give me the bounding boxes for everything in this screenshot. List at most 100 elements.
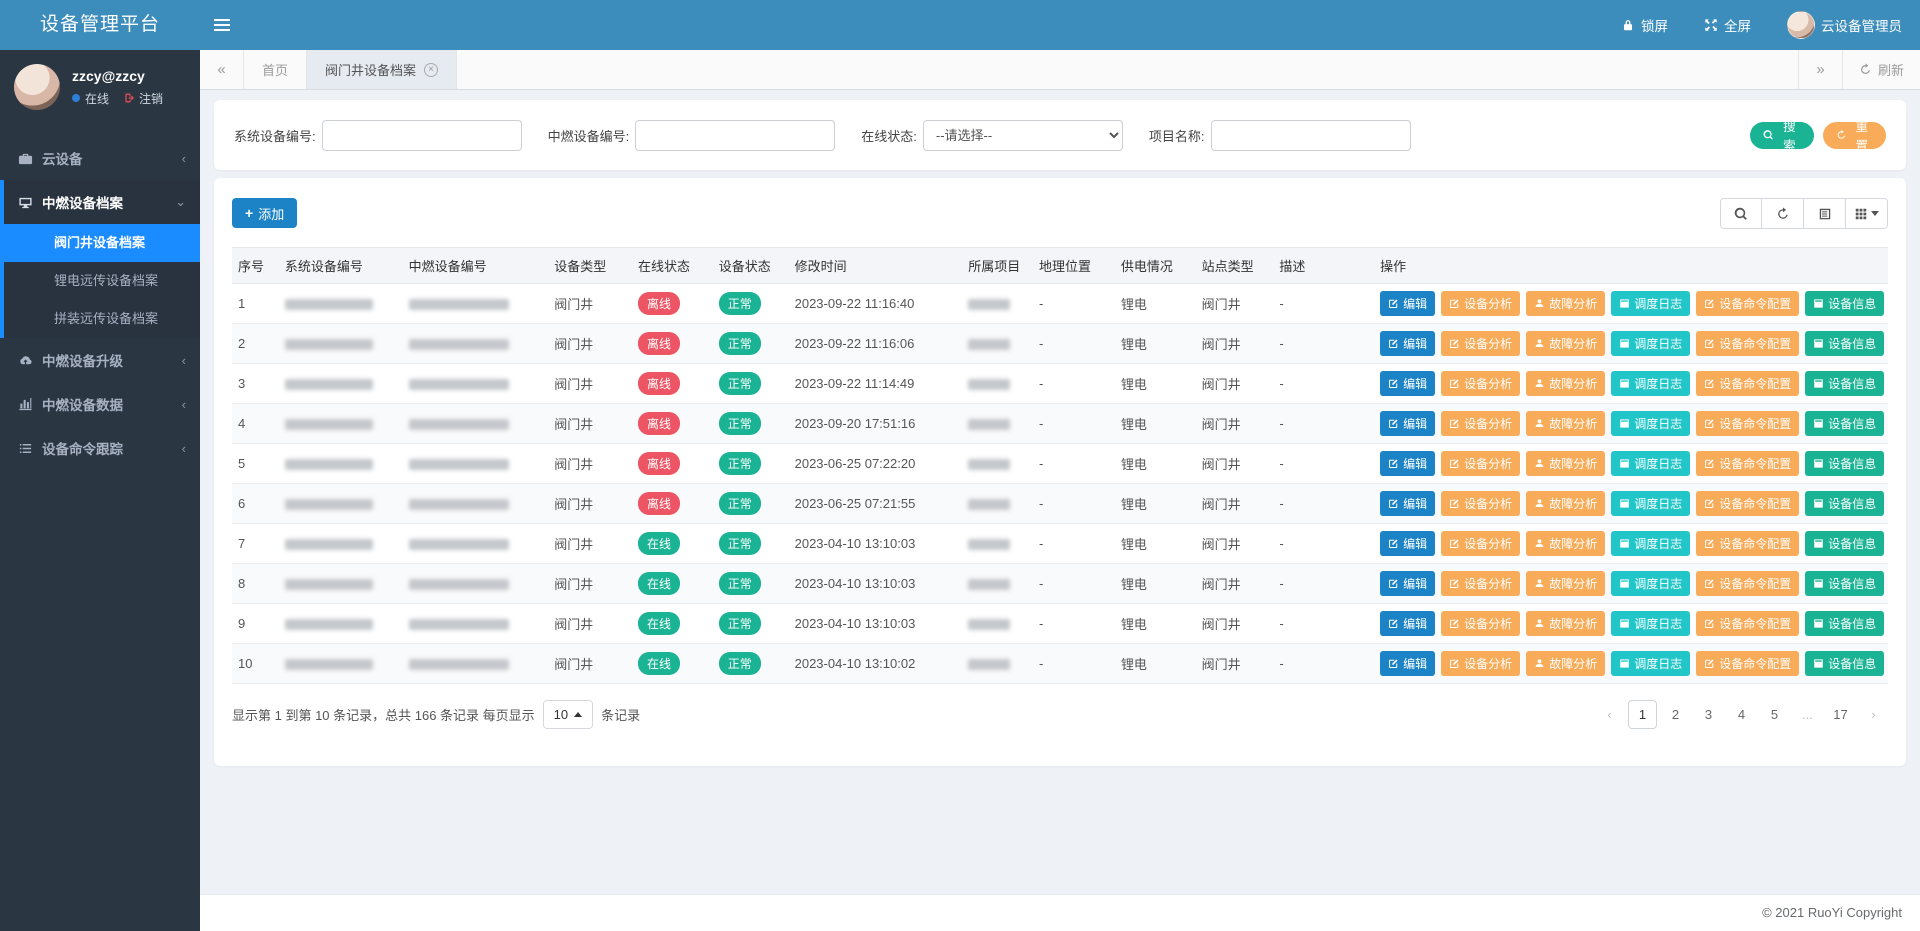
row-action-设备命令配置[interactable]: 设备命令配置: [1696, 491, 1799, 516]
row-action-编辑[interactable]: 编辑: [1380, 651, 1435, 676]
row-action-设备信息[interactable]: 设备信息: [1805, 491, 1884, 516]
row-action-调度日志[interactable]: 调度日志: [1611, 611, 1690, 636]
page-size-dropdown[interactable]: 10: [543, 700, 593, 729]
page-button-4[interactable]: 4: [1727, 700, 1756, 729]
search-input-1[interactable]: [635, 120, 835, 151]
row-action-调度日志[interactable]: 调度日志: [1611, 371, 1690, 396]
row-action-故障分析[interactable]: 故障分析: [1526, 451, 1605, 476]
row-action-编辑[interactable]: 编辑: [1380, 411, 1435, 436]
row-action-编辑[interactable]: 编辑: [1380, 491, 1435, 516]
lock-screen-button[interactable]: 锁屏: [1603, 0, 1686, 50]
row-action-设备信息[interactable]: 设备信息: [1805, 331, 1884, 356]
sidebar-item-1[interactable]: 中燃设备档案⌄: [4, 180, 200, 224]
row-action-设备命令配置[interactable]: 设备命令配置: [1696, 371, 1799, 396]
page-button-1[interactable]: 1: [1628, 700, 1657, 729]
row-action-设备分析[interactable]: 设备分析: [1441, 571, 1520, 596]
tab-0[interactable]: 首页: [244, 50, 307, 89]
row-action-设备分析[interactable]: 设备分析: [1441, 291, 1520, 316]
row-action-设备信息[interactable]: 设备信息: [1805, 411, 1884, 436]
search-button[interactable]: 搜索: [1750, 122, 1813, 149]
row-action-编辑[interactable]: 编辑: [1380, 571, 1435, 596]
row-action-调度日志[interactable]: 调度日志: [1611, 491, 1690, 516]
row-action-设备命令配置[interactable]: 设备命令配置: [1696, 571, 1799, 596]
row-action-设备分析[interactable]: 设备分析: [1441, 411, 1520, 436]
toolbar-detail-view-button[interactable]: [1804, 198, 1846, 229]
sidebar-item-4[interactable]: 设备命令跟踪‹: [0, 426, 200, 470]
sidebar-toggle-icon[interactable]: [200, 0, 244, 50]
row-action-设备命令配置[interactable]: 设备命令配置: [1696, 451, 1799, 476]
row-action-设备信息[interactable]: 设备信息: [1805, 531, 1884, 556]
row-action-编辑[interactable]: 编辑: [1380, 531, 1435, 556]
row-action-设备分析[interactable]: 设备分析: [1441, 331, 1520, 356]
row-action-设备命令配置[interactable]: 设备命令配置: [1696, 611, 1799, 636]
row-action-故障分析[interactable]: 故障分析: [1526, 291, 1605, 316]
row-action-调度日志[interactable]: 调度日志: [1611, 331, 1690, 356]
sidebar-item-2[interactable]: 中燃设备升级‹: [0, 338, 200, 382]
row-action-设备信息[interactable]: 设备信息: [1805, 611, 1884, 636]
row-action-设备信息[interactable]: 设备信息: [1805, 371, 1884, 396]
page-button-3[interactable]: 3: [1694, 700, 1723, 729]
row-action-调度日志[interactable]: 调度日志: [1611, 411, 1690, 436]
tabs-scroll-left-icon[interactable]: «: [200, 50, 244, 89]
toolbar-columns-button[interactable]: [1846, 198, 1888, 229]
row-action-故障分析[interactable]: 故障分析: [1526, 611, 1605, 636]
logout-link[interactable]: 注销: [139, 90, 163, 107]
page-prev-button[interactable]: ‹: [1595, 700, 1624, 729]
page-button-2[interactable]: 2: [1661, 700, 1690, 729]
sidebar-subitem-1-0[interactable]: 阀门井设备档案: [4, 224, 200, 262]
row-action-设备信息[interactable]: 设备信息: [1805, 651, 1884, 676]
online-status-select[interactable]: --请选择--: [923, 120, 1123, 151]
row-action-设备信息[interactable]: 设备信息: [1805, 571, 1884, 596]
page-button-5[interactable]: 5: [1760, 700, 1789, 729]
row-action-设备命令配置[interactable]: 设备命令配置: [1696, 331, 1799, 356]
row-action-设备命令配置[interactable]: 设备命令配置: [1696, 531, 1799, 556]
row-action-故障分析[interactable]: 故障分析: [1526, 411, 1605, 436]
row-action-设备信息[interactable]: 设备信息: [1805, 451, 1884, 476]
row-action-故障分析[interactable]: 故障分析: [1526, 371, 1605, 396]
search-input-0[interactable]: [322, 120, 522, 151]
row-action-设备命令配置[interactable]: 设备命令配置: [1696, 411, 1799, 436]
row-action-设备命令配置[interactable]: 设备命令配置: [1696, 291, 1799, 316]
tab-refresh-button[interactable]: 刷新: [1842, 50, 1920, 89]
row-action-设备分析[interactable]: 设备分析: [1441, 611, 1520, 636]
row-action-故障分析[interactable]: 故障分析: [1526, 531, 1605, 556]
row-action-调度日志[interactable]: 调度日志: [1611, 451, 1690, 476]
row-action-设备分析[interactable]: 设备分析: [1441, 651, 1520, 676]
row-action-设备分析[interactable]: 设备分析: [1441, 451, 1520, 476]
row-action-故障分析[interactable]: 故障分析: [1526, 491, 1605, 516]
search-input-3[interactable]: [1211, 120, 1411, 151]
row-action-编辑[interactable]: 编辑: [1380, 451, 1435, 476]
row-action-故障分析[interactable]: 故障分析: [1526, 571, 1605, 596]
row-action-设备命令配置[interactable]: 设备命令配置: [1696, 651, 1799, 676]
row-action-调度日志[interactable]: 调度日志: [1611, 571, 1690, 596]
sidebar-item-3[interactable]: 中燃设备数据‹: [0, 382, 200, 426]
row-action-设备分析[interactable]: 设备分析: [1441, 531, 1520, 556]
row-action-故障分析[interactable]: 故障分析: [1526, 651, 1605, 676]
user-menu[interactable]: 云设备管理员: [1769, 0, 1920, 50]
toolbar-search-button[interactable]: [1720, 198, 1762, 229]
row-action-编辑[interactable]: 编辑: [1380, 611, 1435, 636]
row-action-调度日志[interactable]: 调度日志: [1611, 651, 1690, 676]
page-button-17[interactable]: 17: [1826, 700, 1855, 729]
tabs-scroll-right-icon[interactable]: »: [1798, 50, 1842, 89]
cell-geo: -: [1033, 324, 1115, 364]
row-action-调度日志[interactable]: 调度日志: [1611, 531, 1690, 556]
sidebar-item-0[interactable]: 云设备‹: [0, 136, 200, 180]
row-action-设备信息[interactable]: 设备信息: [1805, 291, 1884, 316]
tab-close-icon[interactable]: ×: [424, 63, 438, 77]
fullscreen-button[interactable]: 全屏: [1686, 0, 1769, 50]
reset-button[interactable]: 重置: [1823, 122, 1886, 149]
sidebar-subitem-1-2[interactable]: 拼装远传设备档案: [4, 300, 200, 338]
row-action-故障分析[interactable]: 故障分析: [1526, 331, 1605, 356]
row-action-编辑[interactable]: 编辑: [1380, 291, 1435, 316]
sidebar-subitem-1-1[interactable]: 锂电远传设备档案: [4, 262, 200, 300]
tab-1[interactable]: 阀门井设备档案×: [307, 50, 457, 89]
row-action-编辑[interactable]: 编辑: [1380, 371, 1435, 396]
toolbar-refresh-button[interactable]: [1762, 198, 1804, 229]
row-action-设备分析[interactable]: 设备分析: [1441, 371, 1520, 396]
row-action-调度日志[interactable]: 调度日志: [1611, 291, 1690, 316]
add-button[interactable]: + 添加: [232, 198, 297, 228]
row-action-设备分析[interactable]: 设备分析: [1441, 491, 1520, 516]
row-action-编辑[interactable]: 编辑: [1380, 331, 1435, 356]
page-next-button[interactable]: ›: [1859, 700, 1888, 729]
